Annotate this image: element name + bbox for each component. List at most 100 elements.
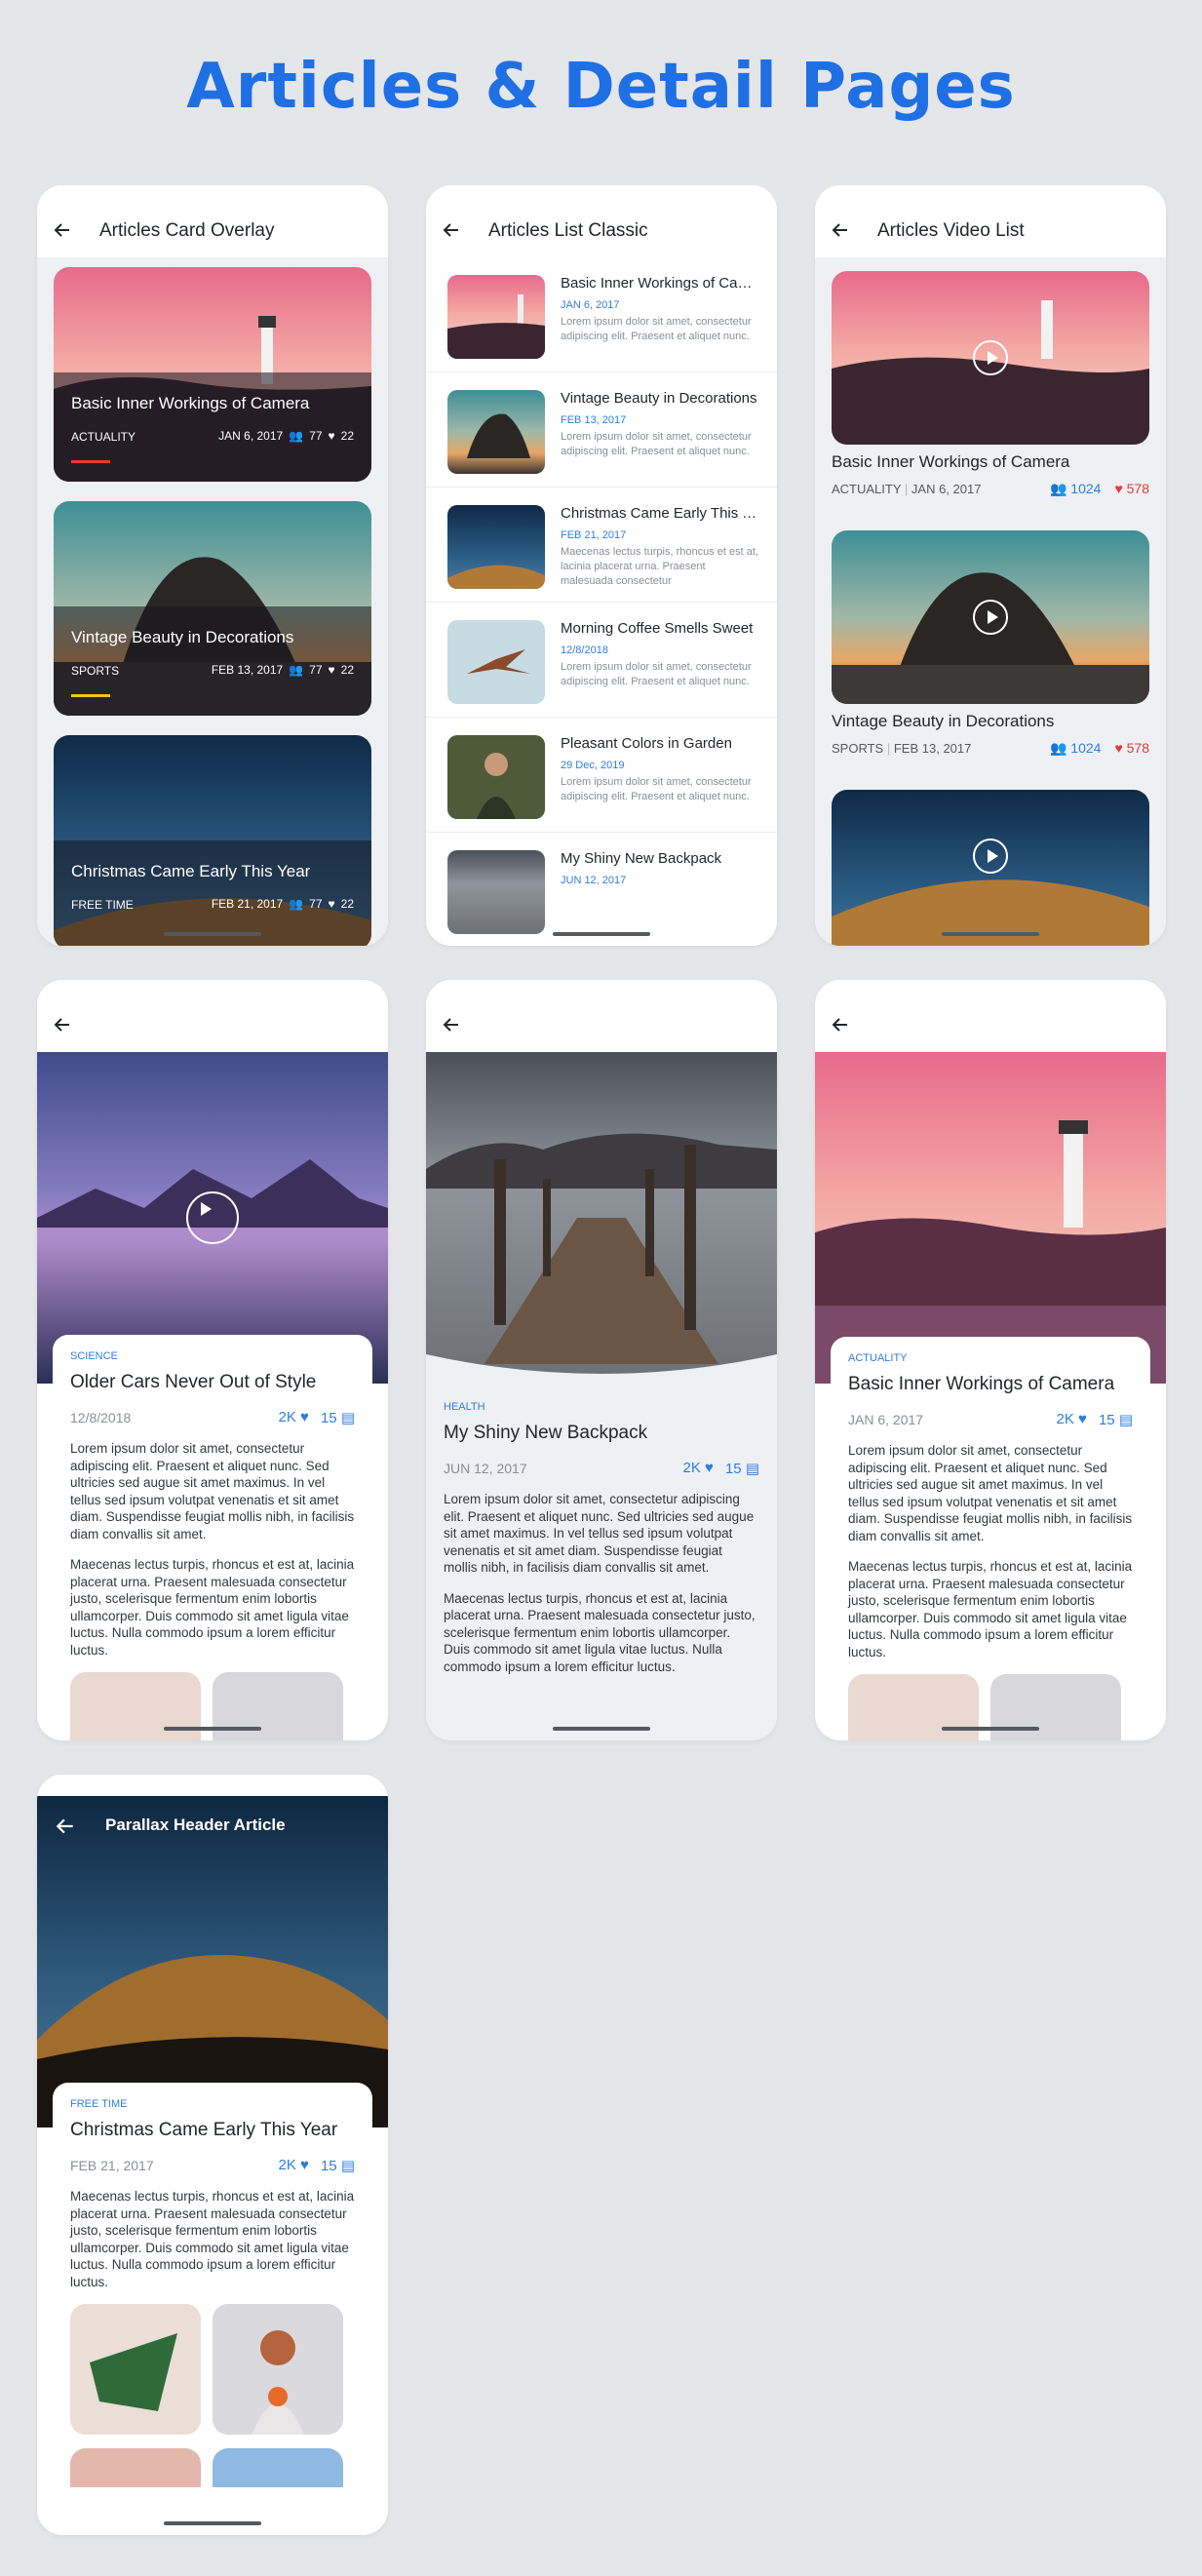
back-arrow-icon[interactable] — [442, 1015, 461, 1034]
video-date: FEB 13, 2017 — [893, 741, 972, 756]
back-arrow-icon[interactable] — [53, 1015, 72, 1034]
app-bar: Articles Video List — [815, 185, 1166, 257]
heart-icon: ♥ — [1114, 740, 1123, 756]
list-date: FEB 21, 2017 — [561, 529, 627, 541]
app-bar — [37, 980, 388, 1052]
screen-title: Parallax Header Article — [105, 1815, 286, 1834]
article-card: SCIENCE Older Cars Never Out of Style 12… — [53, 1335, 372, 1740]
video-views: 1024 — [1070, 740, 1102, 756]
article-paragraph: Lorem ipsum dolor sit amet, consectetur … — [848, 1443, 1133, 1543]
phone-detail-curved: HEALTH My Shiny New Backpack JUN 12, 201… — [426, 980, 777, 1740]
card-date: FEB 13, 2017 — [211, 663, 284, 677]
list-thumb — [447, 390, 545, 474]
back-arrow-icon[interactable] — [831, 1015, 850, 1034]
heart-icon[interactable]: ♥ — [705, 1460, 714, 1476]
article-meta: FEB 21, 2017 2K ♥ 15 ▤ — [70, 2157, 355, 2174]
heart-icon[interactable]: ♥ — [300, 1409, 309, 1425]
heart-icon[interactable]: ♥ — [300, 2157, 309, 2173]
video-likes: 578 — [1126, 740, 1149, 756]
comment-icon[interactable]: ▤ — [746, 1461, 759, 1477]
heart-icon: ♥ — [328, 663, 335, 677]
phone-list-classic: Articles List Classic Basic Inner Workin… — [426, 185, 777, 946]
video-thumb[interactable] — [832, 530, 1149, 704]
gallery-image[interactable] — [213, 2304, 343, 2435]
list-thumb — [447, 735, 545, 819]
list-thumb — [447, 275, 545, 359]
back-arrow-icon[interactable] — [442, 220, 461, 240]
article-paragraph: Maecenas lectus turpis, rhoncus et est a… — [70, 1557, 355, 1658]
gallery-image[interactable] — [213, 2448, 343, 2487]
video-date: JAN 6, 2017 — [911, 482, 982, 496]
gallery-image[interactable] — [70, 2448, 201, 2487]
play-icon[interactable] — [973, 600, 1008, 635]
heart-icon: ♥ — [328, 897, 335, 911]
video-thumb[interactable] — [832, 271, 1149, 445]
article-likes: 2K — [682, 1460, 701, 1476]
app-bar — [815, 980, 1166, 1052]
comment-icon[interactable]: ▤ — [1119, 1412, 1133, 1428]
overlay-card[interactable]: Christmas Came Early This Year FREE TIME… — [54, 735, 371, 946]
list-excerpt: Lorem ipsum dolor sit amet, consectetur … — [561, 776, 752, 802]
heart-icon: ♥ — [1114, 481, 1123, 496]
play-icon[interactable] — [973, 839, 1008, 874]
card-date: FEB 21, 2017 — [211, 897, 284, 911]
article-date: JAN 6, 2017 — [848, 1412, 924, 1427]
list-date: FEB 13, 2017 — [561, 414, 627, 426]
list-date: 12/8/2018 — [561, 644, 608, 656]
video-category: ACTUALITY — [832, 482, 902, 496]
list-item[interactable]: Basic Inner Workings of Camera JAN 6, 20… — [426, 257, 777, 372]
play-icon[interactable] — [186, 1191, 239, 1244]
card-shade — [54, 372, 371, 482]
play-icon[interactable] — [973, 340, 1008, 375]
overlay-card[interactable]: Vintage Beauty in Decorations SPORTS FEB… — [54, 501, 371, 716]
heart-icon[interactable]: ♥ — [1078, 1411, 1087, 1427]
list-date: JUN 12, 2017 — [561, 875, 627, 886]
home-indicator — [164, 2521, 261, 2525]
list-title: My Shiny New Backpack — [561, 850, 722, 867]
back-arrow-icon[interactable] — [831, 220, 850, 240]
back-arrow-icon[interactable] — [53, 220, 72, 240]
list-excerpt: Maecenas lectus turpis, rhoncus et est a… — [561, 546, 758, 587]
comment-icon[interactable]: ▤ — [341, 1410, 355, 1426]
card-title: Vintage Beauty in Decorations — [71, 628, 294, 646]
list-title: Vintage Beauty in Decorations — [561, 390, 757, 407]
list-title: Basic Inner Workings of Camera — [561, 275, 757, 292]
article-comments: 15 — [724, 1461, 742, 1477]
home-indicator — [553, 932, 650, 936]
list-item[interactable]: Christmas Came Early This Year FEB 21, 2… — [426, 488, 777, 603]
list-item[interactable]: Pleasant Colors in Garden 29 Dec, 2019 L… — [426, 718, 777, 833]
article-category: SCIENCE — [70, 1350, 118, 1362]
heart-icon: ♥ — [328, 429, 335, 443]
screen-title: Articles Card Overlay — [99, 220, 275, 241]
page-title: Articles & Detail Pages — [186, 51, 1016, 123]
list-item[interactable]: Morning Coffee Smells Sweet 12/8/2018 Lo… — [426, 603, 777, 718]
article-likes: 2K — [278, 1409, 296, 1425]
card-people: 77 — [309, 429, 323, 443]
overlay-card[interactable]: Basic Inner Workings of Camera ACTUALITY… — [54, 267, 371, 482]
article-date: 12/8/2018 — [70, 1410, 132, 1425]
people-icon: 👥 — [1049, 740, 1067, 756]
card-title: Basic Inner Workings of Camera — [71, 394, 310, 412]
list-date: 29 Dec, 2019 — [561, 760, 625, 771]
people-icon: 👥 — [1049, 481, 1067, 496]
list-item[interactable]: My Shiny New Backpack JUN 12, 2017 — [426, 833, 777, 946]
hero-image — [37, 1796, 388, 2127]
article-category: ACTUALITY — [848, 1352, 908, 1364]
list-item[interactable]: Vintage Beauty in Decorations FEB 13, 20… — [426, 372, 777, 488]
app-bar: Articles List Classic — [426, 185, 777, 257]
screen-title: Articles Video List — [877, 220, 1025, 241]
video-thumb[interactable] — [832, 790, 1149, 946]
back-arrow-icon[interactable] — [55, 1815, 76, 1837]
gallery-image[interactable] — [70, 2304, 201, 2435]
card-date: JAN 6, 2017 — [218, 429, 284, 443]
card-category: ACTUALITY — [71, 430, 136, 444]
list-title: Morning Coffee Smells Sweet — [561, 620, 754, 637]
list-excerpt: Lorem ipsum dolor sit amet, consectetur … — [561, 316, 752, 342]
card-people: 77 — [309, 663, 323, 677]
card-shade — [54, 606, 371, 716]
article-paragraph: Maecenas lectus turpis, rhoncus et est a… — [848, 1559, 1133, 1659]
video-title: Basic Inner Workings of Camera — [832, 452, 1070, 471]
home-indicator — [553, 1727, 650, 1731]
video-title: Vintage Beauty in Decorations — [832, 712, 1055, 730]
comment-icon[interactable]: ▤ — [341, 2158, 355, 2174]
